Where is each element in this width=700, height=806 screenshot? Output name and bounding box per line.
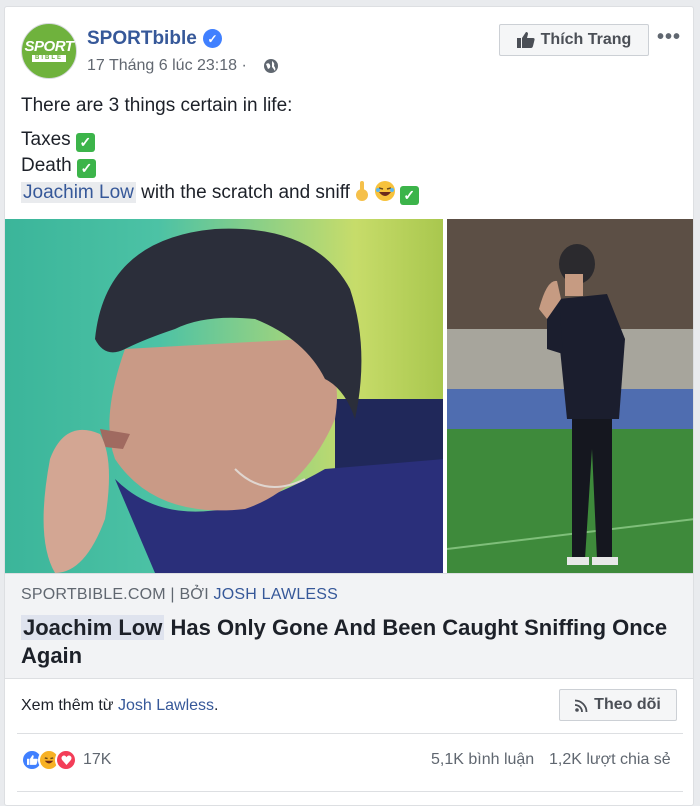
post-text-intro: There are 3 things certain in life: xyxy=(21,95,293,116)
avatar-logo-subtext: BIBLE xyxy=(32,55,66,62)
pointing-hand-emoji xyxy=(356,181,369,201)
post-text-line: There are 3 things certain in life: xyxy=(21,95,292,117)
link-domain: SPORTBIBLE.COM xyxy=(21,586,166,603)
post-timestamp[interactable]: 17 Tháng 6 lúc 23:18 · xyxy=(87,57,247,75)
post-text-death: Death xyxy=(21,155,72,176)
thumbs-up-icon xyxy=(516,32,535,48)
link-preview[interactable]: SPORTBIBLE.COM | BỞI JOSH LAWLESS Joachi… xyxy=(5,573,693,679)
link-source-line: SPORTBIBLE.COM | BỞI JOSH LAWLESS xyxy=(21,586,338,604)
follow-label: Theo dõi xyxy=(594,696,661,713)
link-author-link[interactable]: JOSH LAWLESS xyxy=(214,586,339,603)
see-more-prefix: Xem thêm từ xyxy=(21,697,118,714)
link-title-highlight[interactable]: Joachim Low xyxy=(21,615,165,640)
reaction-count: 17K xyxy=(83,751,112,768)
post-photo-pitch[interactable] xyxy=(447,219,693,573)
comment-count-link[interactable]: 5,1K bình luận xyxy=(431,751,534,769)
page-avatar[interactable]: SPORT BIBLE xyxy=(21,23,77,79)
post-card: SPORT BIBLE SPORTbible ✓ 17 Tháng 6 lúc … xyxy=(4,6,694,806)
page-name-link[interactable]: SPORTbible xyxy=(87,28,197,50)
laughing-face-emoji xyxy=(374,181,395,201)
post-text-rest: with the scratch and sniff xyxy=(135,182,350,203)
post-text-taxes: Taxes xyxy=(21,129,71,150)
post-photo-closeup[interactable] xyxy=(5,219,443,573)
check-mark-emoji: ✓ xyxy=(75,133,95,152)
mention-link[interactable]: Joachim Low xyxy=(21,182,136,203)
check-mark-emoji: ✓ xyxy=(399,186,419,205)
post-text-line: Joachim Low with the scratch and sniff ✓ xyxy=(21,181,419,205)
divider xyxy=(17,791,683,792)
love-reaction-icon xyxy=(55,749,77,771)
link-by-label: BỞI xyxy=(179,586,209,603)
link-separator: | xyxy=(170,586,175,603)
globe-icon[interactable] xyxy=(263,58,279,74)
see-more-line: Xem thêm từ Josh Lawless. xyxy=(21,697,218,715)
verified-badge-icon: ✓ xyxy=(203,29,222,48)
more-options-button[interactable]: ••• xyxy=(657,26,681,49)
follow-button[interactable]: Theo dõi xyxy=(559,689,677,721)
post-text-line: Taxes ✓ xyxy=(21,129,95,152)
check-mark-emoji: ✓ xyxy=(76,159,96,178)
divider xyxy=(17,733,683,734)
reactions-summary[interactable]: 17K xyxy=(21,749,111,771)
link-title[interactable]: Joachim Low Has Only Gone And Been Caugh… xyxy=(21,614,685,670)
avatar-logo-text: SPORT xyxy=(24,38,74,55)
post-text-line: Death ✓ xyxy=(21,155,96,178)
see-more-suffix: . xyxy=(214,697,219,714)
like-page-button[interactable]: Thích Trang xyxy=(499,24,649,56)
see-more-author-link[interactable]: Josh Lawless xyxy=(118,697,214,714)
rss-icon xyxy=(575,699,588,712)
like-page-label: Thích Trang xyxy=(540,31,632,48)
share-count-link[interactable]: 1,2K lượt chia sẻ xyxy=(549,751,671,769)
